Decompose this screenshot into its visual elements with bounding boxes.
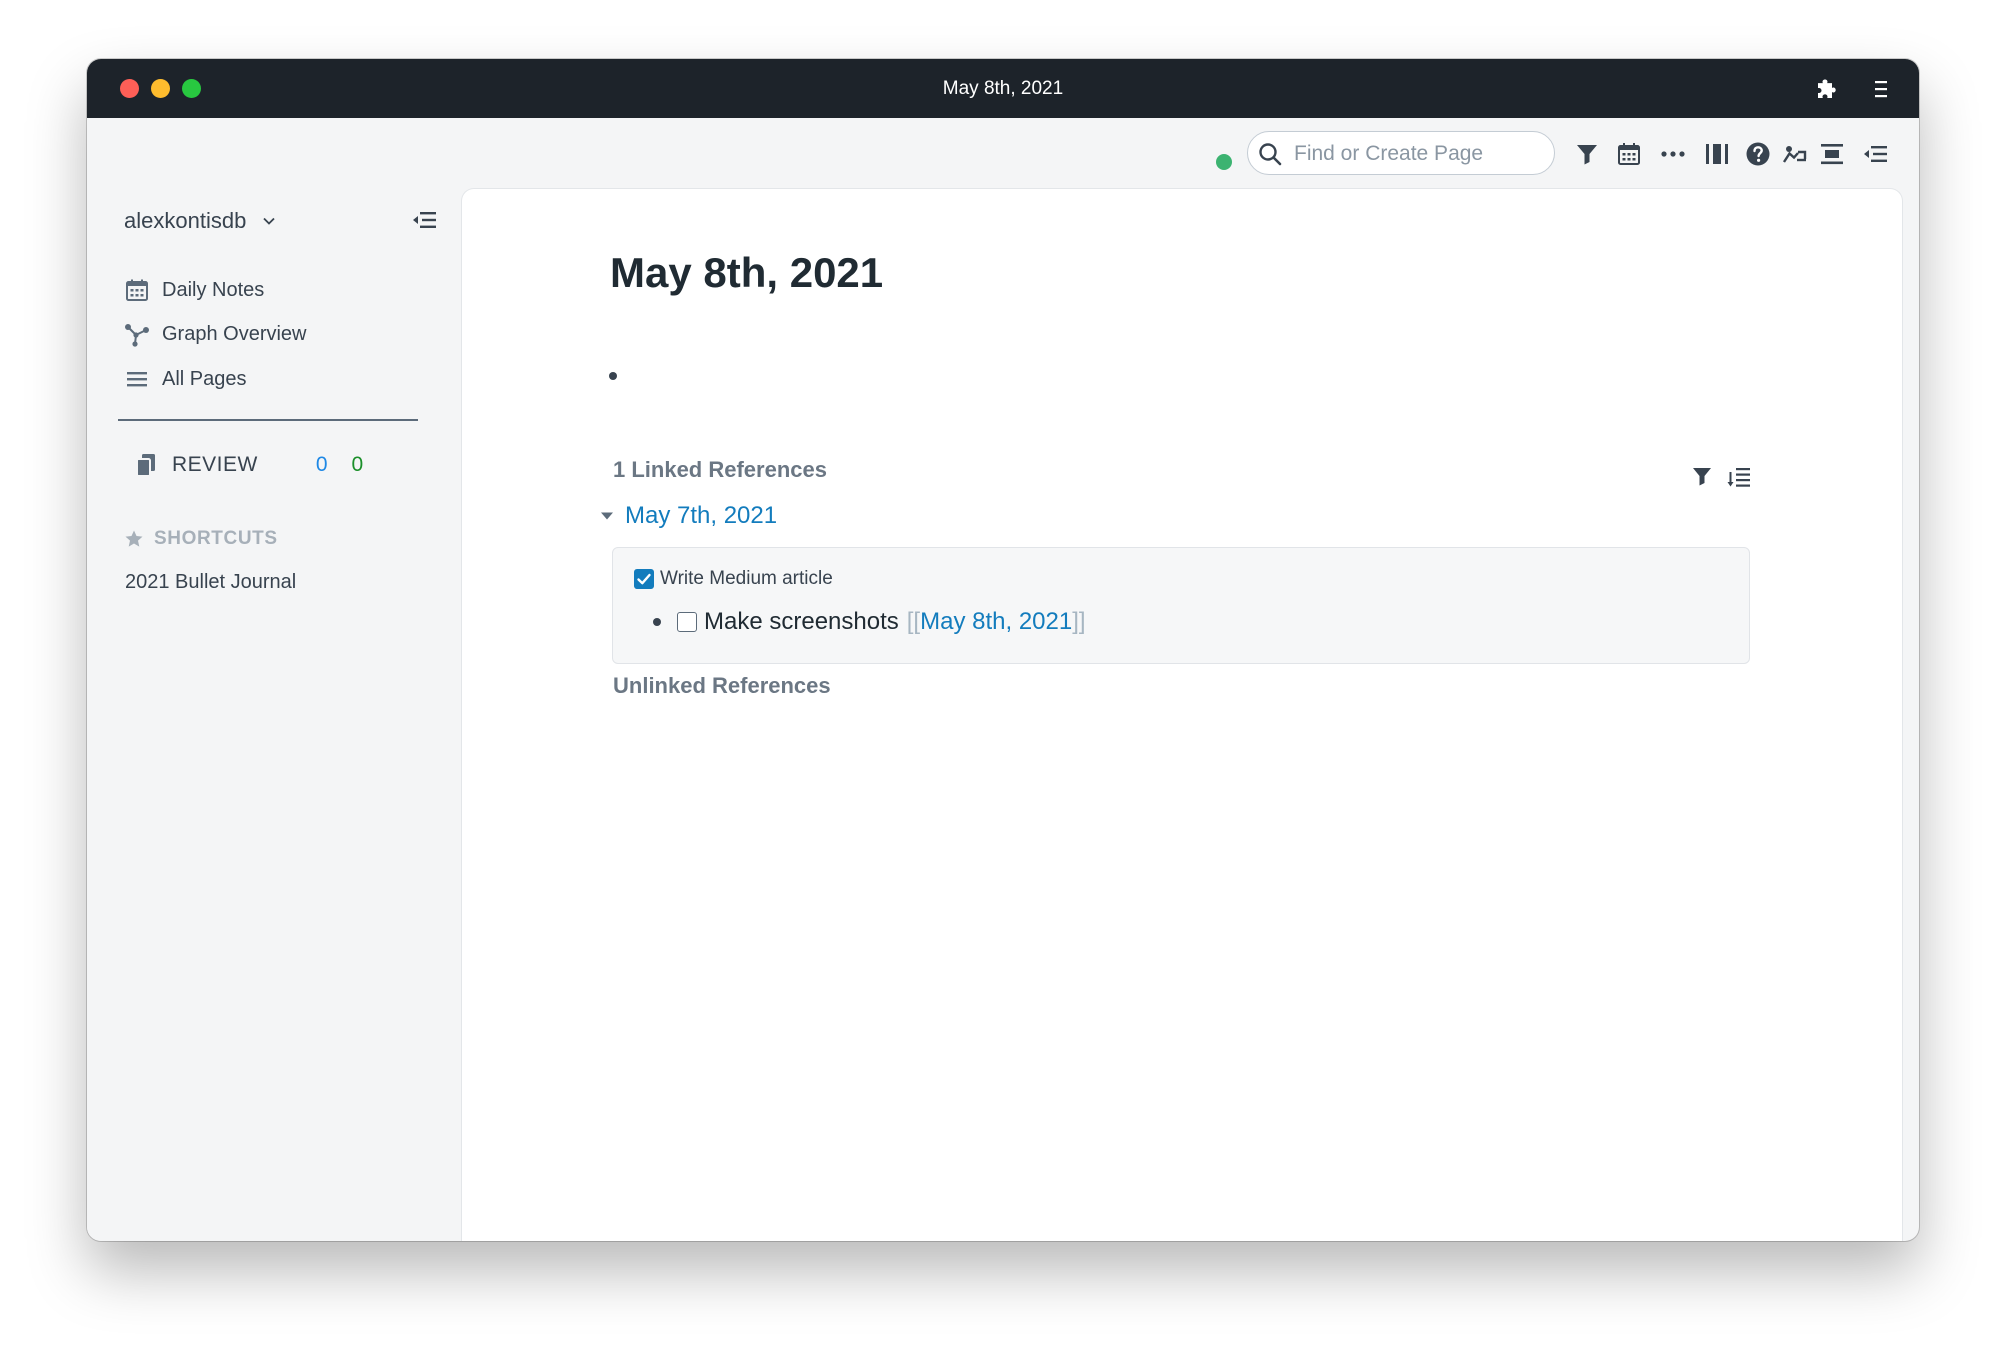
left-sidebar: alexkontisdb Daily Notes Graph Overview …	[87, 118, 462, 1241]
star-icon	[125, 530, 143, 547]
sidebar-item-graph-overview[interactable]: Graph Overview	[124, 321, 307, 347]
sidebar-divider	[118, 419, 418, 421]
graph-switcher[interactable]: alexkontisdb	[124, 208, 276, 234]
calendar-icon	[126, 279, 148, 301]
page-title[interactable]: May 8th, 2021	[610, 249, 883, 297]
link-bracket-open: [[	[906, 608, 921, 635]
caret-down-icon[interactable]	[599, 508, 615, 524]
cards-icon	[136, 454, 155, 477]
shortcut-item[interactable]: 2021 Bullet Journal	[125, 571, 296, 594]
shortcuts-heading: SHORTCUTS	[124, 528, 278, 550]
parent-block-text[interactable]: Write Medium article	[660, 568, 833, 590]
empty-block-bullet[interactable]	[609, 372, 617, 380]
filter-icon[interactable]	[1573, 140, 1601, 168]
window-title: May 8th, 2021	[942, 78, 1064, 99]
graph-name-label: alexkontisdb	[124, 208, 247, 233]
toggle-right-sidebar-icon[interactable]	[1861, 140, 1889, 168]
review-button[interactable]: REVIEW 0 0	[134, 452, 363, 478]
shortcuts-heading-label: SHORTCUTS	[154, 528, 278, 549]
link-bracket-close: ]]	[1072, 608, 1086, 635]
align-center-icon[interactable]	[1818, 140, 1846, 168]
more-options-icon[interactable]	[1659, 140, 1687, 168]
sync-status-indicator	[1216, 154, 1232, 170]
columns-view-icon[interactable]	[1703, 140, 1731, 168]
references-filter-icon[interactable]	[1690, 464, 1714, 488]
sidebar-item-label: All Pages	[162, 367, 247, 390]
review-due-count: 0	[315, 453, 328, 476]
app-window: May 8th, 2021 alexkontisdb Daily Notes G…	[87, 59, 1919, 1241]
daily-notes-calendar-icon[interactable]	[1615, 140, 1643, 168]
unlinked-references-heading[interactable]: Unlinked References	[613, 673, 831, 699]
search-box[interactable]	[1247, 131, 1555, 175]
help-icon[interactable]	[1744, 140, 1772, 168]
child-block-text[interactable]: Make screenshots	[704, 608, 899, 636]
search-input[interactable]	[1292, 138, 1546, 170]
parent-block: Write Medium article	[634, 568, 833, 590]
puzzle-icon[interactable]	[1815, 77, 1839, 101]
list-icon	[127, 372, 147, 387]
sidebar-item-label: Daily Notes	[162, 278, 265, 301]
collapse-sidebar-icon[interactable]	[410, 206, 438, 234]
sort-icon[interactable]	[1726, 464, 1752, 490]
block-bullet[interactable]	[653, 618, 661, 626]
linked-references-heading: 1 Linked References	[613, 457, 827, 482]
title-bar: May 8th, 2021	[87, 59, 1919, 118]
main-page: May 8th, 2021 1 Linked References May 7t…	[462, 189, 1902, 1241]
reference-page-link[interactable]: May 7th, 2021	[625, 502, 777, 530]
hamburger-menu-icon[interactable]	[1868, 77, 1892, 101]
sidebar-item-label: Graph Overview	[162, 322, 307, 345]
graph-icon	[125, 324, 149, 347]
sidebar-item-daily-notes[interactable]: Daily Notes	[124, 277, 264, 303]
reference-page-header[interactable]: May 7th, 2021	[599, 502, 777, 530]
reference-block-container: Write Medium article Make screenshots [[…	[612, 547, 1750, 664]
unchecked-checkbox[interactable]	[677, 612, 697, 632]
checked-checkbox-icon[interactable]	[634, 569, 654, 589]
search-icon	[1259, 143, 1282, 166]
review-new-count: 0	[351, 453, 364, 476]
sidebar-item-all-pages[interactable]: All Pages	[124, 366, 247, 392]
review-label: REVIEW	[172, 453, 258, 476]
roam-toolkit-icon[interactable]	[1781, 140, 1809, 168]
child-block: Make screenshots [[ May 8th, 2021 ]]	[653, 608, 1086, 636]
page-reference-link[interactable]: May 8th, 2021	[920, 608, 1072, 636]
chevron-down-icon	[263, 217, 275, 225]
